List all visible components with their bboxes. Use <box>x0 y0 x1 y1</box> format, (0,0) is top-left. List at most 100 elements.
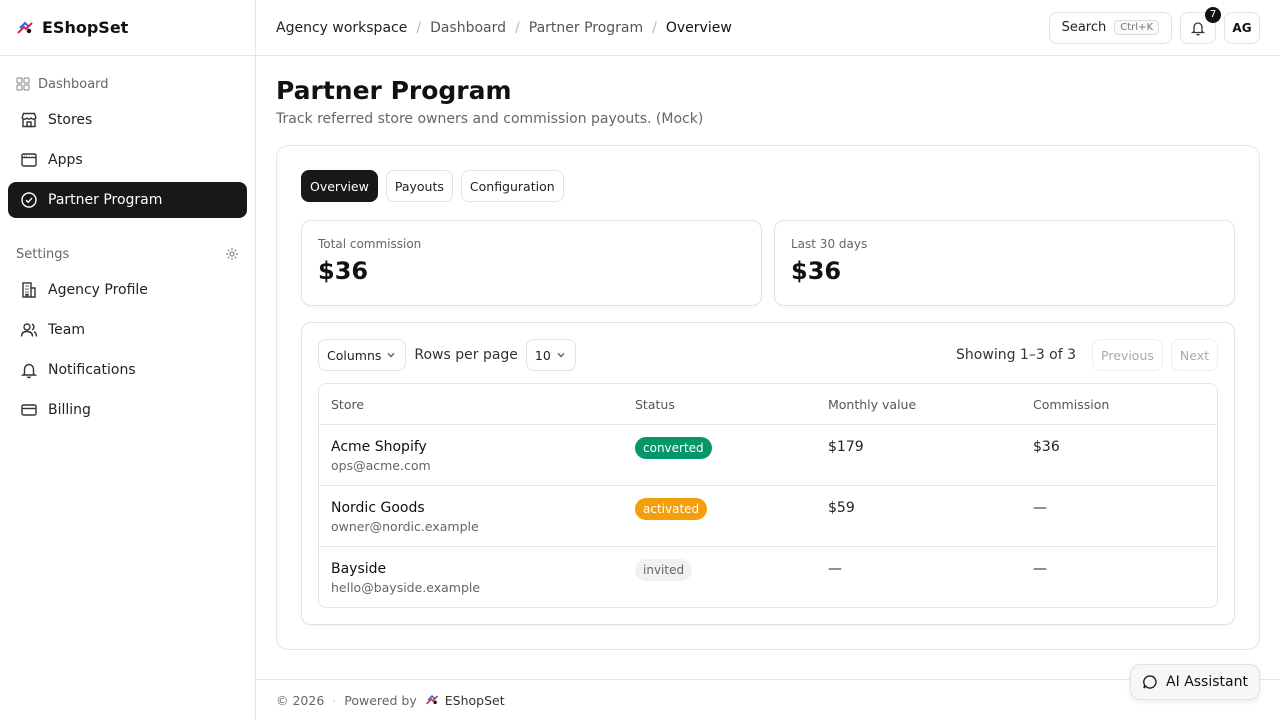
sidebar-item-agency-profile[interactable]: Agency Profile <box>8 272 247 308</box>
stat-value: $36 <box>791 257 842 285</box>
column-header-store[interactable]: Store <box>319 384 635 424</box>
stat-label: Last 30 days <box>791 237 868 251</box>
store-name: Nordic Goods <box>331 500 425 516</box>
bell-icon <box>1190 20 1206 36</box>
brand-logo-icon <box>16 19 34 37</box>
store-cell: Acme Shopify ops@acme.com <box>319 425 635 485</box>
search-button[interactable]: Search Ctrl+K <box>1048 11 1172 44</box>
grid-icon <box>16 77 30 91</box>
sidebar-section-dashboard[interactable]: Dashboard <box>0 70 255 98</box>
page-title: Partner Program <box>276 76 512 105</box>
columns-button[interactable]: Columns <box>318 339 407 371</box>
table-row[interactable]: Acme Shopify ops@acme.com converted $179… <box>319 424 1217 485</box>
sidebar: EShopSet Dashboard Stores Apps Partner P… <box>0 0 256 720</box>
tab-payouts[interactable]: Payouts <box>385 170 453 202</box>
topbar: Agency workspace / Dashboard / Partner P… <box>256 0 1280 56</box>
settings-label: Settings <box>16 246 70 262</box>
next-page-button[interactable]: Next <box>1170 339 1218 371</box>
store-name: Acme Shopify <box>331 439 427 455</box>
copyright: © 2026 <box>276 692 325 708</box>
status-cell: converted <box>635 425 828 485</box>
brand[interactable]: EShopSet <box>0 0 255 56</box>
notification-count-badge: 7 <box>1205 6 1221 23</box>
chevron-down-icon <box>555 349 567 361</box>
sidebar-settings-header: Settings <box>0 240 255 268</box>
breadcrumb-item-partner-program[interactable]: Partner Program <box>529 20 643 36</box>
footer: © 2026 · Powered by EShopSet <box>256 679 1280 720</box>
gear-icon[interactable] <box>225 247 239 261</box>
bell-icon <box>20 361 38 379</box>
sidebar-item-billing[interactable]: Billing <box>8 392 247 428</box>
previous-page-button[interactable]: Previous <box>1092 339 1163 371</box>
store-cell: Bayside hello@bayside.example <box>319 547 635 607</box>
store-name: Bayside <box>331 561 387 577</box>
stat-value: $36 <box>318 257 369 285</box>
credit-card-icon <box>20 401 38 419</box>
apps-icon <box>20 151 38 169</box>
status-badge: converted <box>635 437 712 459</box>
store-cell: Nordic Goods owner@nordic.example <box>319 486 635 546</box>
breadcrumb-item-dashboard[interactable]: Dashboard <box>430 20 506 36</box>
columns-label: Columns <box>327 347 382 363</box>
brand-logo-icon <box>425 693 439 707</box>
commission-cell: $36 <box>1033 439 1060 455</box>
sidebar-item-label: Billing <box>48 402 91 418</box>
sidebar-item-stores[interactable]: Stores <box>8 102 247 138</box>
footer-separator: · <box>332 692 337 708</box>
tab-configuration[interactable]: Configuration <box>460 170 564 202</box>
stat-label: Total commission <box>318 237 422 251</box>
sidebar-item-label: Agency Profile <box>48 282 148 298</box>
status-cell: invited <box>635 547 828 607</box>
partner-program-card: Overview Payouts Configuration Total com… <box>276 145 1260 650</box>
store-icon <box>20 111 38 129</box>
table-row[interactable]: Nordic Goods owner@nordic.example activa… <box>319 485 1217 546</box>
sidebar-item-apps[interactable]: Apps <box>8 142 247 178</box>
column-header-status[interactable]: Status <box>635 384 828 424</box>
topbar-actions: Search Ctrl+K 7 AG <box>1048 6 1260 44</box>
referrals-table-card: Columns Rows per page 10 Showing 1–3 of … <box>301 322 1235 625</box>
store-email: hello@bayside.example <box>331 580 481 595</box>
building-icon <box>20 281 38 299</box>
monthly-value-cell: $59 <box>828 500 855 516</box>
footer-brand-link[interactable]: EShopSet <box>445 693 505 708</box>
ai-assistant-label: AI Assistant <box>1166 674 1248 690</box>
ai-assistant-button[interactable]: AI Assistant <box>1130 664 1260 700</box>
column-header-monthly-value[interactable]: Monthly value <box>828 384 1033 424</box>
sidebar-item-label: Apps <box>48 152 83 168</box>
table-toolbar: Columns Rows per page 10 Showing 1–3 of … <box>318 339 1218 371</box>
stat-total-commission: Total commission $36 <box>301 220 762 306</box>
tab-list: Overview Payouts Configuration <box>301 170 1235 202</box>
badge-check-icon <box>20 191 38 209</box>
sidebar-item-label: Notifications <box>48 362 136 378</box>
pagination-summary: Showing 1–3 of 3 <box>956 347 1077 363</box>
avatar[interactable]: AG <box>1224 11 1260 44</box>
tab-overview[interactable]: Overview <box>301 170 378 202</box>
sidebar-item-partner-program[interactable]: Partner Program <box>8 182 247 218</box>
sidebar-item-team[interactable]: Team <box>8 312 247 348</box>
sidebar-item-label: Stores <box>48 112 93 128</box>
breadcrumb-separator: / <box>515 19 520 36</box>
rows-per-page-select[interactable]: 10 <box>525 339 576 371</box>
store-email: owner@nordic.example <box>331 519 479 534</box>
column-header-commission[interactable]: Commission <box>1033 384 1217 424</box>
status-badge: activated <box>635 498 708 520</box>
breadcrumb: Agency workspace / Dashboard / Partner P… <box>276 20 732 36</box>
monthly-value-cell: — <box>828 561 842 577</box>
sidebar-section-label: Dashboard <box>38 76 109 92</box>
sidebar-item-label: Partner Program <box>48 192 163 208</box>
sidebar-item-notifications[interactable]: Notifications <box>8 352 247 388</box>
monthly-value-cell: $179 <box>828 439 864 455</box>
breadcrumb-item-overview: Overview <box>665 19 732 36</box>
breadcrumb-item-workspace[interactable]: Agency workspace <box>276 20 407 36</box>
status-badge: invited <box>635 559 693 581</box>
notifications-button[interactable]: 7 <box>1180 6 1221 44</box>
chevron-down-icon <box>385 349 397 361</box>
users-icon <box>20 321 38 339</box>
rows-per-page-label: Rows per page <box>414 347 518 363</box>
sidebar-item-label: Team <box>48 322 86 338</box>
search-label: Search <box>1061 20 1107 35</box>
referrals-table: Store Status Monthly value Commission Ac… <box>318 383 1218 608</box>
store-email: ops@acme.com <box>331 458 431 473</box>
commission-cell: — <box>1033 500 1047 516</box>
table-row[interactable]: Bayside hello@bayside.example invited — … <box>319 546 1217 607</box>
